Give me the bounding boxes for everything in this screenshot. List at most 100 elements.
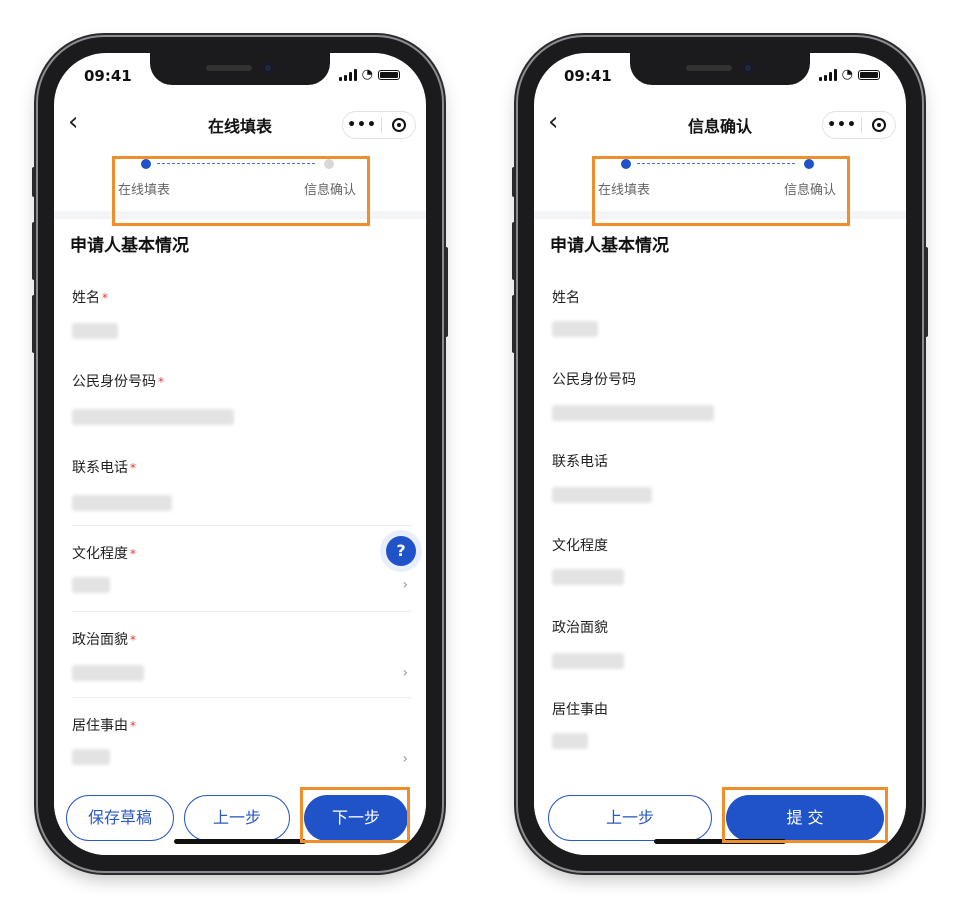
field-label: 公民身份号码 xyxy=(552,372,636,388)
miniprogram-capsule: ••• xyxy=(822,111,896,139)
home-indicator xyxy=(654,839,786,844)
notch xyxy=(630,53,810,85)
prev-step-button[interactable]: 上一步 xyxy=(184,795,290,841)
required-mark: * xyxy=(130,633,136,647)
divider xyxy=(72,525,412,526)
field-education[interactable]: 文化程度 * › xyxy=(72,543,412,607)
field-label: 姓名 xyxy=(72,290,100,306)
field-label: 居住事由 xyxy=(72,718,128,734)
field-phone[interactable]: 联系电话 * xyxy=(72,457,412,521)
step-progress: 在线填表 信息确认 xyxy=(54,149,426,213)
field-value-redacted xyxy=(552,321,598,337)
divider xyxy=(72,611,412,612)
field-value-redacted xyxy=(552,487,652,503)
field-education: 文化程度 xyxy=(552,535,892,595)
step-connector xyxy=(157,163,315,164)
step-dot-1-active xyxy=(621,159,631,169)
field-label: 文化程度 xyxy=(552,538,608,554)
field-political-status[interactable]: 政治面貌 * › xyxy=(72,629,412,693)
required-mark: * xyxy=(102,291,108,305)
field-value-redacted xyxy=(552,653,624,669)
phone-frame-right: 09:41 ◔ ‹ 信息确认 ••• 在线填表 信息确认 申请人基本情况 姓名 … xyxy=(512,37,928,871)
wifi-icon: ◔ xyxy=(361,67,373,82)
power-button xyxy=(924,247,928,337)
field-value-redacted xyxy=(72,749,110,765)
mute-switch xyxy=(32,167,36,197)
field-value-redacted xyxy=(72,323,118,339)
save-draft-button[interactable]: 保存草稿 xyxy=(66,795,174,841)
field-id-number: 公民身份号码 xyxy=(552,369,892,429)
signal-icon xyxy=(818,69,837,81)
status-time: 09:41 xyxy=(84,67,132,85)
section-title: 申请人基本情况 xyxy=(70,236,189,256)
step-dot-2-inactive xyxy=(324,159,334,169)
screen-info-confirm: 09:41 ◔ ‹ 信息确认 ••• 在线填表 信息确认 申请人基本情况 姓名 … xyxy=(534,53,906,855)
field-label: 文化程度 xyxy=(72,546,128,562)
volume-up-button xyxy=(512,222,516,280)
prev-step-button[interactable]: 上一步 xyxy=(548,795,712,841)
nav-bar: ‹ 信息确认 ••• xyxy=(534,105,906,145)
nav-bar: ‹ 在线填表 ••• xyxy=(54,105,426,145)
field-name[interactable]: 姓名 * xyxy=(72,287,412,351)
front-camera xyxy=(742,62,754,74)
step-dot-2-active xyxy=(804,159,814,169)
section-separator xyxy=(54,211,426,219)
field-value-redacted xyxy=(552,569,624,585)
more-menu-icon[interactable]: ••• xyxy=(823,117,861,133)
power-button xyxy=(444,247,448,337)
field-value-redacted xyxy=(72,665,144,681)
speaker xyxy=(206,65,252,71)
signal-icon xyxy=(338,69,357,81)
chevron-right-icon: › xyxy=(402,577,408,593)
miniprogram-capsule: ••• xyxy=(342,111,416,139)
field-label: 联系电话 xyxy=(552,454,608,470)
target-icon xyxy=(391,118,406,132)
required-mark: * xyxy=(130,719,136,733)
field-residence-reason[interactable]: 居住事由 * › xyxy=(72,715,412,779)
speaker xyxy=(686,65,732,71)
step-connector xyxy=(637,163,795,164)
field-value-redacted xyxy=(552,733,588,749)
next-step-button[interactable]: 下一步 xyxy=(304,795,408,841)
bottom-action-bar: 保存草稿 上一步 下一步 xyxy=(54,789,426,855)
field-label: 联系电话 xyxy=(72,460,128,476)
step-label-fill-form: 在线填表 xyxy=(598,183,651,198)
screen-online-form: 09:41 ◔ ‹ 在线填表 ••• 在线填表 信息确认 申请人基本情况 姓名 … xyxy=(54,53,426,855)
field-value-redacted xyxy=(72,409,234,425)
step-label-confirm: 信息确认 xyxy=(304,183,357,198)
more-menu-icon[interactable]: ••• xyxy=(343,117,381,133)
help-question-icon[interactable]: ? xyxy=(386,536,416,566)
field-name: 姓名 xyxy=(552,287,892,347)
close-miniprogram-button[interactable] xyxy=(862,118,895,132)
field-label: 姓名 xyxy=(552,290,580,306)
field-label: 公民身份号码 xyxy=(72,374,156,390)
field-value-redacted xyxy=(552,405,714,421)
section-title: 申请人基本情况 xyxy=(550,236,669,256)
field-label: 政治面貌 xyxy=(72,632,128,648)
field-id-number[interactable]: 公民身份号码 * xyxy=(72,371,412,435)
battery-icon xyxy=(378,70,400,80)
volume-up-button xyxy=(32,222,36,280)
target-icon xyxy=(871,118,886,132)
step-label-fill-form: 在线填表 xyxy=(118,183,171,198)
status-icons: ◔ xyxy=(338,67,400,82)
required-mark: * xyxy=(158,375,164,389)
volume-down-button xyxy=(32,295,36,353)
field-political-status: 政治面貌 xyxy=(552,617,892,677)
step-dot-1-active xyxy=(141,159,151,169)
wifi-icon: ◔ xyxy=(841,67,853,82)
step-label-confirm: 信息确认 xyxy=(784,183,837,198)
phone-frame-left: 09:41 ◔ ‹ 在线填表 ••• 在线填表 信息确认 申请人基本情况 姓名 … xyxy=(32,37,448,871)
field-value-redacted xyxy=(72,495,172,511)
status-icons: ◔ xyxy=(818,67,880,82)
close-miniprogram-button[interactable] xyxy=(382,118,415,132)
field-phone: 联系电话 xyxy=(552,451,892,511)
submit-button[interactable]: 提 交 xyxy=(726,795,884,841)
home-indicator xyxy=(174,839,306,844)
notch xyxy=(150,53,330,85)
required-mark: * xyxy=(130,461,136,475)
required-mark: * xyxy=(130,547,136,561)
field-label: 居住事由 xyxy=(552,702,608,718)
step-progress: 在线填表 信息确认 xyxy=(534,149,906,213)
front-camera xyxy=(262,62,274,74)
